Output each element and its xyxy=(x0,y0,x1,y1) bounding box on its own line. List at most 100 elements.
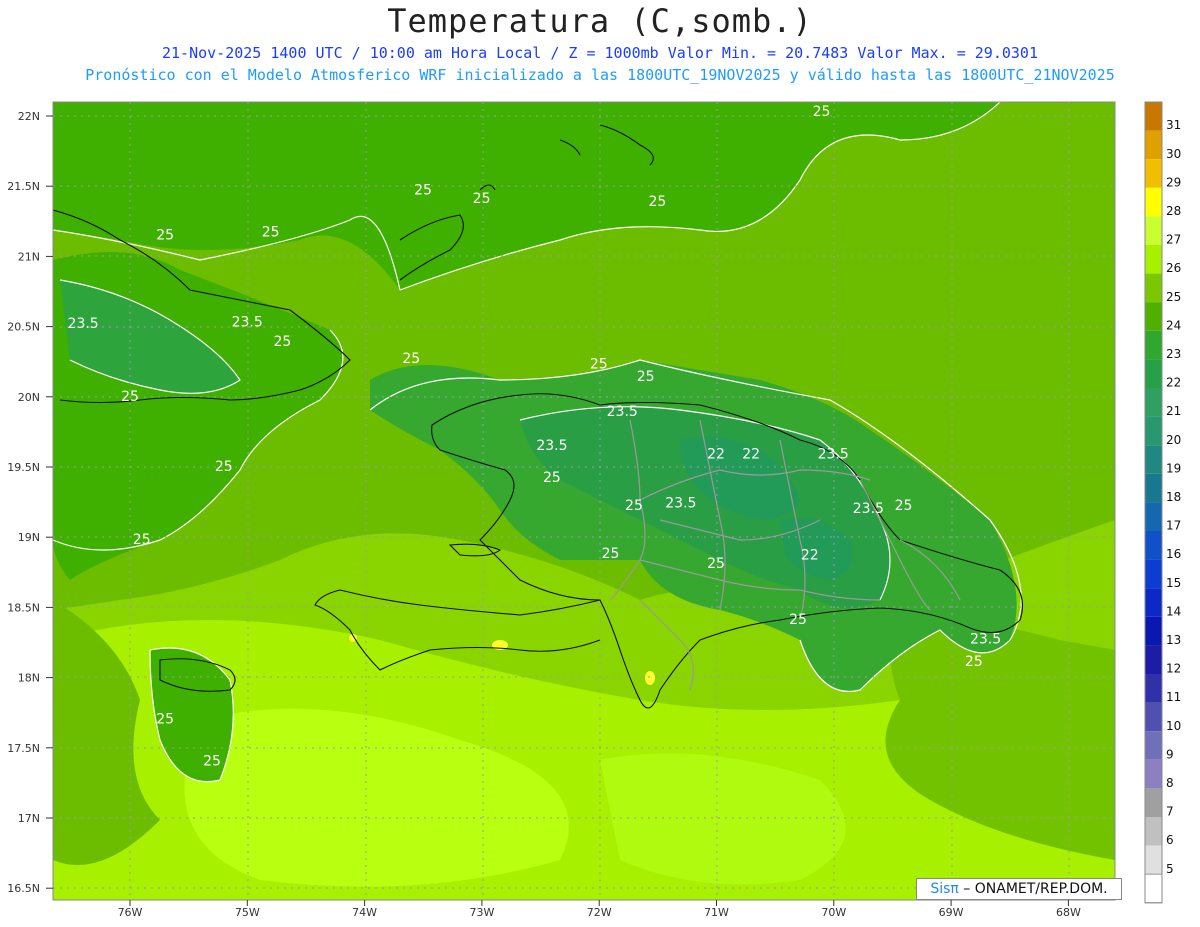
lat-label: 20N xyxy=(18,391,40,404)
colorbar-label: 31 xyxy=(1166,118,1181,132)
contour-value-label: 25 xyxy=(895,498,913,514)
contour-value-label: 25 xyxy=(789,612,807,628)
contour-value-label: 23.5 xyxy=(853,501,884,517)
colorbar-swatch xyxy=(1145,616,1162,646)
colorbar-swatch xyxy=(1145,817,1162,846)
contour-value-label: 25 xyxy=(133,532,151,548)
colorbar-swatch xyxy=(1145,330,1162,360)
contour-value-label: 25 xyxy=(648,194,666,210)
colorbar-label: 23 xyxy=(1166,347,1181,361)
colorbar-label: 9 xyxy=(1166,747,1174,761)
colorbar-label: 10 xyxy=(1166,719,1181,733)
colorbar-swatch xyxy=(1145,674,1162,703)
contour-value-label: 25 xyxy=(473,191,491,207)
colorbar-swatch xyxy=(1145,645,1162,674)
colorbar-label: 7 xyxy=(1166,805,1174,819)
colorbar-swatch xyxy=(1145,302,1162,331)
colorbar-swatch xyxy=(1145,273,1162,303)
colorbar-swatch xyxy=(1145,445,1162,474)
contour-value-label: 25 xyxy=(402,351,420,367)
colorbar-swatch xyxy=(1145,845,1162,875)
contour-value-label: 25 xyxy=(543,470,561,486)
contour-value-label: 25 xyxy=(602,546,620,562)
lat-label: 21N xyxy=(18,250,40,263)
contour-value-label: 23.5 xyxy=(68,316,99,332)
colorbar-swatch xyxy=(1144,873,1163,904)
lon-label: 68W xyxy=(1056,906,1081,919)
lon-label: 71W xyxy=(704,906,729,919)
contour-value-label: 25 xyxy=(707,556,725,572)
contour-value-label: 25 xyxy=(262,225,280,241)
lon-label: 72W xyxy=(587,906,612,919)
colorbar-label: 13 xyxy=(1166,633,1181,647)
contour-value-label: 25 xyxy=(156,227,174,243)
lat-label: 17.5N xyxy=(7,742,40,755)
colorbar-label: 18 xyxy=(1166,490,1181,504)
contour-value-label: 25 xyxy=(273,334,291,350)
colorbar-label: 25 xyxy=(1166,290,1181,304)
contour-value-label: 23.5 xyxy=(818,446,849,462)
colorbar-swatch xyxy=(1145,102,1162,131)
contour-value-label: 25 xyxy=(813,104,831,120)
colorbar-swatch xyxy=(1145,216,1162,245)
colorbar-label: 6 xyxy=(1166,833,1174,847)
colorbar-swatch xyxy=(1145,245,1162,274)
colorbar-label: 15 xyxy=(1166,576,1181,590)
colorbar-label: 27 xyxy=(1166,233,1181,247)
lat-label: 17N xyxy=(18,812,40,825)
contour-value-label: 23.5 xyxy=(665,495,696,511)
contour-value-label: 23.5 xyxy=(607,404,638,420)
colorbar-swatch xyxy=(1145,788,1162,817)
contour-value-label: 25 xyxy=(965,654,983,670)
colorbar-label: 24 xyxy=(1166,318,1181,332)
contour-value-label: 22 xyxy=(742,446,760,462)
colorbar-label: 17 xyxy=(1166,519,1181,533)
contour-value-label: 25 xyxy=(203,754,221,770)
colorbar-label: 19 xyxy=(1166,461,1181,475)
lat-label: 18.5N xyxy=(7,601,40,614)
contour-value-label: 25 xyxy=(590,357,608,373)
lat-label: 20.5N xyxy=(7,321,40,334)
colorbar-label: 20 xyxy=(1166,433,1181,447)
contour-value-label: 23.5 xyxy=(970,632,1001,648)
lon-label: 69W xyxy=(939,906,964,919)
lat-label: 16.5N xyxy=(7,882,40,895)
lon-label: 75W xyxy=(235,906,260,919)
colorbar-swatch xyxy=(1145,388,1162,417)
contour-value-label: 23.5 xyxy=(232,314,263,330)
colorbar-label: 14 xyxy=(1166,604,1181,618)
colorbar-swatch xyxy=(1145,702,1162,732)
lat-label: 22N xyxy=(18,110,40,123)
colorbar-swatch xyxy=(1145,416,1162,446)
colorbar-label: 11 xyxy=(1166,690,1181,704)
credit-org: – ONAMET/REP.DOM. xyxy=(958,881,1108,897)
contour-value-label: 23.5 xyxy=(536,438,567,454)
longitude-labels: 76W 75W 74W 73W 72W 71W 70W 69W 68W xyxy=(118,900,1081,919)
colorbar-label: 21 xyxy=(1166,404,1181,418)
lon-label: 70W xyxy=(821,906,846,919)
latitude-labels: 22N 21.5N 21N 20.5N 20N 19.5N 19N 18.5N 18N 17.5N… xyxy=(7,110,53,895)
lat-label: 21.5N xyxy=(7,180,40,193)
colorbar-swatch xyxy=(1145,559,1162,589)
temperature-map: 25 25 25 25 25 25 23.5 23.5 25 25 25 25 25 23.5 23.5 22… xyxy=(7,101,1181,919)
contour-value-label: 25 xyxy=(625,498,643,514)
colorbar-swatch xyxy=(1145,531,1162,560)
colorbar-label: 12 xyxy=(1166,662,1181,676)
contour-value-label: 25 xyxy=(121,389,139,405)
contour-value-label: 25 xyxy=(637,369,655,385)
lon-label: 73W xyxy=(469,906,494,919)
colorbar-label: 16 xyxy=(1166,547,1181,561)
colorbar-swatch xyxy=(1145,130,1162,160)
colorbar-swatch xyxy=(1145,187,1162,217)
colorbar-label: 26 xyxy=(1166,261,1181,275)
lat-label: 18N xyxy=(18,672,40,685)
colorbar-swatch xyxy=(1145,759,1162,789)
colorbar-label: 22 xyxy=(1166,376,1181,390)
colorbar-label: 30 xyxy=(1166,147,1181,161)
colorbar-label: 28 xyxy=(1166,204,1181,218)
colorbar-swatch xyxy=(1145,359,1162,388)
colorbar-swatch xyxy=(1145,588,1162,617)
lat-label: 19.5N xyxy=(7,461,40,474)
colorbar-label: 5 xyxy=(1166,862,1174,876)
credit-box: Sisπ – ONAMET/REP.DOM. xyxy=(916,878,1122,900)
